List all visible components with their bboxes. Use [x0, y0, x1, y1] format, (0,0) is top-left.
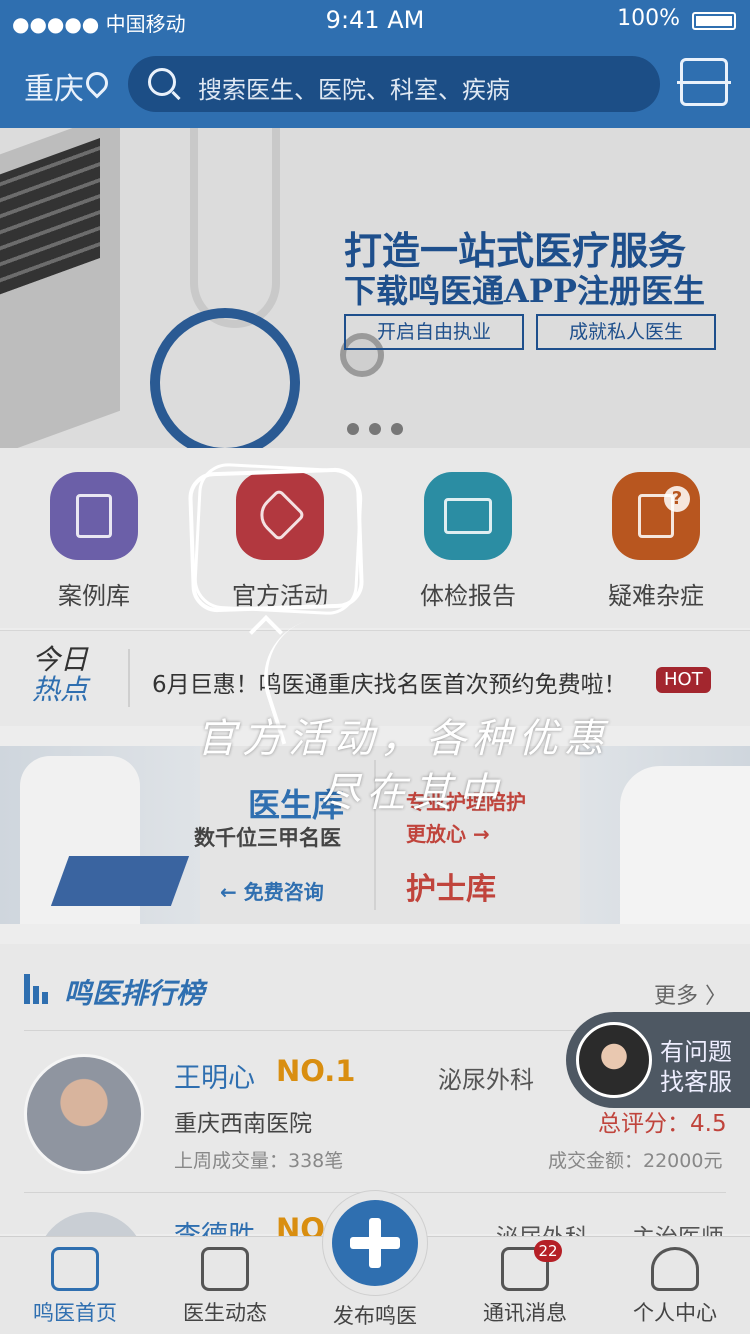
message-badge: 22 [534, 1240, 562, 1262]
profile-icon [651, 1247, 699, 1291]
search-placeholder[interactable]: 搜索医生、医院、科室、疾病 [198, 70, 510, 105]
nurse-library-line2[interactable]: 更放心 → [406, 818, 490, 847]
clipboard-chart-icon [50, 472, 138, 560]
clipboard-question-icon: ? [612, 472, 700, 560]
battery-icon [692, 12, 736, 30]
tab-profile-label: 个人中心 [633, 1301, 717, 1325]
location-pin-icon[interactable] [81, 67, 113, 99]
tab-messages-label: 通讯消息 [483, 1301, 567, 1325]
home-icon [51, 1247, 99, 1291]
nurse-photo [580, 746, 750, 924]
quick-case-library[interactable]: 案例库 [14, 472, 174, 611]
tab-publish-label[interactable]: 发布鸣医 [300, 1300, 450, 1330]
battery-percent: 100% [617, 6, 680, 31]
free-consult-link[interactable]: ← 免费咨询 [220, 876, 324, 905]
doctor-name[interactable]: 王明心 [174, 1056, 255, 1095]
quick-checkup-report[interactable]: 体检报告 [388, 472, 548, 611]
nurse-library-title[interactable]: 护士库 [406, 864, 496, 908]
city-selector[interactable]: 重庆 [24, 64, 84, 108]
today-hot-logo-line2: 热点 [32, 673, 89, 706]
doctor-feed-icon [201, 1247, 249, 1291]
quick-checkup-report-label: 体检报告 [420, 582, 516, 610]
hot-badge: HOT [656, 667, 711, 693]
doctor-avatar[interactable] [24, 1054, 144, 1174]
health-card-icon [424, 472, 512, 560]
tab-profile[interactable]: 个人中心 [600, 1247, 750, 1327]
hot-news-text[interactable]: 6月巨惠！鸣医通重庆找名医首次预约免费啦！ [152, 665, 627, 699]
doctor-photo [0, 746, 200, 924]
today-hot-logo-line1: 今日 [32, 643, 89, 676]
doctor-rank: NO.1 [276, 1054, 356, 1088]
laptop-image [0, 128, 120, 448]
scan-icon[interactable] [677, 58, 731, 106]
quick-actions: 案例库 官方活动 体检报告 ? 疑难杂症 [0, 448, 750, 628]
top-header: 重庆 搜索医生、医院、科室、疾病 [0, 40, 750, 128]
quick-difficult-cases[interactable]: ? 疑难杂症 [576, 472, 736, 611]
ranking-title: 鸣医排行榜 [64, 977, 205, 1010]
doctor-amount: 成交金额：22000元 [548, 1150, 723, 1172]
news-divider [128, 649, 130, 707]
today-hot-logo: 今日 热点 [32, 645, 88, 705]
ranking-more-link[interactable]: 更多 〉 [654, 978, 727, 1010]
agent-avatar [576, 1022, 652, 1098]
annotation-text-line1: 官方活动，各种优惠 [196, 716, 610, 762]
tab-home[interactable]: 鸣医首页 [0, 1247, 150, 1327]
tab-home-label: 鸣医首页 [33, 1301, 117, 1325]
publish-plus-icon[interactable] [332, 1200, 418, 1286]
tab-messages[interactable]: 22 通讯消息 [450, 1240, 600, 1327]
status-bar: ●●●●● 中国移动 9:41 AM 100% [0, 0, 750, 40]
annotation-text-line2: 尽在其中 [320, 770, 504, 816]
carousel-dots[interactable] [347, 420, 413, 439]
banner-subtitle: 下载鸣医通APP注册医生 [344, 272, 705, 310]
message-icon: 22 [501, 1240, 562, 1291]
ranking-bars-icon [24, 974, 51, 1004]
cs-line2: 找客服 [660, 1068, 732, 1096]
banner-button-free-practice[interactable]: 开启自由执业 [344, 314, 524, 350]
search-bar[interactable]: 搜索医生、医院、科室、疾病 [128, 56, 660, 112]
doctor-weekly-volume: 上周成交量：338笔 [174, 1150, 344, 1172]
stethoscope-tube [190, 128, 280, 328]
quick-case-library-label: 案例库 [58, 582, 130, 610]
doctor-score: 总评分：4.5 [598, 1111, 727, 1137]
stethoscope-image [150, 308, 300, 448]
customer-service-button[interactable]: 有问题 找客服 [566, 1012, 750, 1108]
quick-difficult-cases-label: 疑难杂症 [608, 582, 704, 610]
doctor-library-desc: 数千位三甲名医 [194, 826, 341, 850]
promo-banner[interactable]: 打造一站式医疗服务 下载鸣医通APP注册医生 开启自由执业 成就私人医生 [0, 128, 750, 448]
doctor-department: 泌尿外科 [438, 1066, 534, 1094]
tab-doctor-feed[interactable]: 医生动态 [150, 1247, 300, 1327]
search-icon [148, 68, 176, 96]
tab-doctor-feed-label: 医生动态 [183, 1301, 267, 1325]
doctor-hospital: 重庆西南医院 [174, 1111, 312, 1137]
banner-button-private-doctor[interactable]: 成就私人医生 [536, 314, 716, 350]
highlight-circle-stroke [192, 461, 364, 617]
